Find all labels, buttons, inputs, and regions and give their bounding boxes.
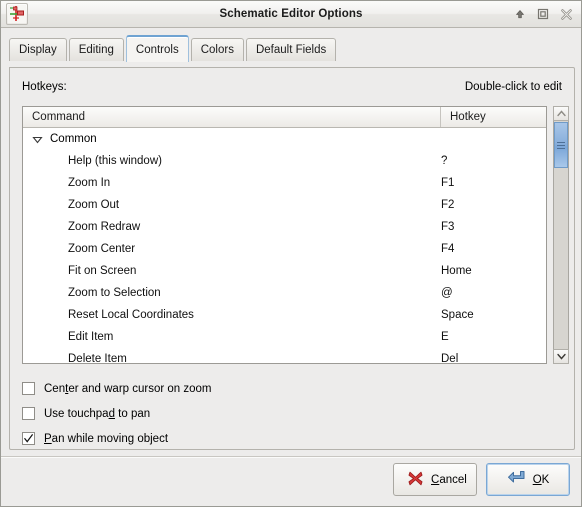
ok-button[interactable]: OK xyxy=(486,463,570,496)
hotkeys-header-row: Hotkeys: Double-click to edit xyxy=(22,79,562,95)
hotkey-cell: F3 xyxy=(441,221,455,233)
checkbox-box[interactable] xyxy=(22,382,35,395)
checkbox-label: Pan while moving object xyxy=(44,432,169,445)
window-title: Schematic Editor Options xyxy=(219,8,363,20)
column-header-label: Hotkey xyxy=(450,111,486,123)
tab-default-fields[interactable]: Default Fields xyxy=(245,38,337,61)
double-click-hint: Double-click to edit xyxy=(464,81,562,93)
column-header-command[interactable]: Command xyxy=(23,107,441,127)
checkbox-pan-while-moving-object[interactable]: Pan while moving object xyxy=(22,426,212,451)
checkbox-box[interactable] xyxy=(22,407,35,420)
vertical-scrollbar[interactable] xyxy=(553,106,569,364)
tab-colors[interactable]: Colors xyxy=(190,38,244,61)
tab-label: Editing xyxy=(78,44,114,56)
list-header: Command Hotkey xyxy=(23,107,546,128)
command-cell: Zoom Out xyxy=(68,199,120,211)
column-header-hotkey[interactable]: Hotkey xyxy=(441,107,546,127)
command-cell: Zoom to Selection xyxy=(68,287,161,299)
hotkey-cell: ? xyxy=(441,155,448,167)
command-cell: Zoom Center xyxy=(68,243,136,255)
checkbox-label: Use touchpad to pan xyxy=(44,407,151,420)
table-row[interactable]: Delete Item Del xyxy=(23,348,546,364)
command-cell: Help (this window) xyxy=(68,155,162,167)
tab-editing[interactable]: Editing xyxy=(68,38,124,61)
tab-strip: Display Editing Controls Colors Default … xyxy=(9,34,581,62)
checkbox-use-touchpad-to-pan[interactable]: Use touchpad to pan xyxy=(22,401,212,426)
footer-separator xyxy=(1,456,581,458)
table-row[interactable]: Zoom to Selection @ xyxy=(23,282,546,304)
title-bar: Schematic Editor Options xyxy=(1,1,581,28)
table-row[interactable]: Reset Local Coordinates Space xyxy=(23,304,546,326)
scroll-up-button[interactable] xyxy=(553,106,569,121)
close-button[interactable] xyxy=(555,4,577,24)
command-cell: Zoom In xyxy=(68,177,111,189)
table-row[interactable]: Edit Item E xyxy=(23,326,546,348)
table-row[interactable]: Help (this window) ? xyxy=(23,150,546,172)
hotkey-cell: Del xyxy=(441,353,459,364)
enter-arrow-icon xyxy=(507,470,526,489)
scrollbar-thumb[interactable] xyxy=(554,122,568,168)
hotkey-cell: Space xyxy=(441,309,474,321)
command-cell: Reset Local Coordinates xyxy=(68,309,194,321)
column-header-label: Command xyxy=(32,111,86,123)
command-cell: Fit on Screen xyxy=(68,265,137,277)
controls-tab-panel: Hotkeys: Double-click to edit Command Ho… xyxy=(9,67,575,450)
hotkey-cell: E xyxy=(441,331,449,343)
scrollbar-grip-icon xyxy=(557,140,565,151)
cancel-button-label: Cancel xyxy=(431,473,467,486)
shade-button[interactable] xyxy=(509,4,531,24)
list-body: Common Help (this window) ? Zoom In F1 Z… xyxy=(23,128,546,364)
ok-button-label: OK xyxy=(532,473,550,486)
scroll-down-button[interactable] xyxy=(553,349,569,364)
cancel-button[interactable]: Cancel xyxy=(393,463,477,496)
hotkeys-label: Hotkeys: xyxy=(22,81,67,93)
tab-label: Controls xyxy=(135,43,179,56)
checkbox-box[interactable] xyxy=(22,432,35,445)
hotkey-cell: Home xyxy=(441,265,472,277)
table-row[interactable]: Zoom Redraw F3 xyxy=(23,216,546,238)
command-cell: Edit Item xyxy=(68,331,114,343)
checkbox-label: Center and warp cursor on zoom xyxy=(44,382,212,395)
tab-controls[interactable]: Controls xyxy=(125,35,189,62)
schematic-editor-icon xyxy=(6,3,28,25)
table-row[interactable]: Fit on Screen Home xyxy=(23,260,546,282)
table-row[interactable]: Zoom In F1 xyxy=(23,172,546,194)
options-checkbox-group: Center and warp cursor on zoom Use touch… xyxy=(22,376,212,451)
group-row-common[interactable]: Common xyxy=(23,128,546,150)
tab-display[interactable]: Display xyxy=(9,38,67,61)
command-cell: Zoom Redraw xyxy=(68,221,141,233)
maximize-button[interactable] xyxy=(532,4,554,24)
table-row[interactable]: Zoom Out F2 xyxy=(23,194,546,216)
hotkey-cell: F4 xyxy=(441,243,455,255)
tab-label: Display xyxy=(19,44,57,56)
table-row[interactable]: Zoom Center F4 xyxy=(23,238,546,260)
hotkeys-list[interactable]: Command Hotkey Common Help (this window)… xyxy=(22,106,547,364)
schematic-editor-options-dialog: Schematic Editor Options Display Editing… xyxy=(0,0,582,507)
command-cell: Delete Item xyxy=(68,353,127,364)
window-controls xyxy=(509,4,577,24)
expander-triangle-icon[interactable] xyxy=(32,134,43,145)
tab-label: Default Fields xyxy=(255,44,327,56)
checkmark-icon xyxy=(24,434,34,443)
tab-label: Colors xyxy=(200,44,234,56)
red-x-icon xyxy=(407,470,424,490)
group-label: Common xyxy=(50,133,97,145)
hotkey-cell: F2 xyxy=(441,199,455,211)
checkbox-center-and-warp-cursor-on-zoom[interactable]: Center and warp cursor on zoom xyxy=(22,376,212,401)
hotkey-cell: F1 xyxy=(441,177,455,189)
dialog-buttons: Cancel OK xyxy=(393,463,570,496)
hotkey-cell: @ xyxy=(441,287,453,299)
